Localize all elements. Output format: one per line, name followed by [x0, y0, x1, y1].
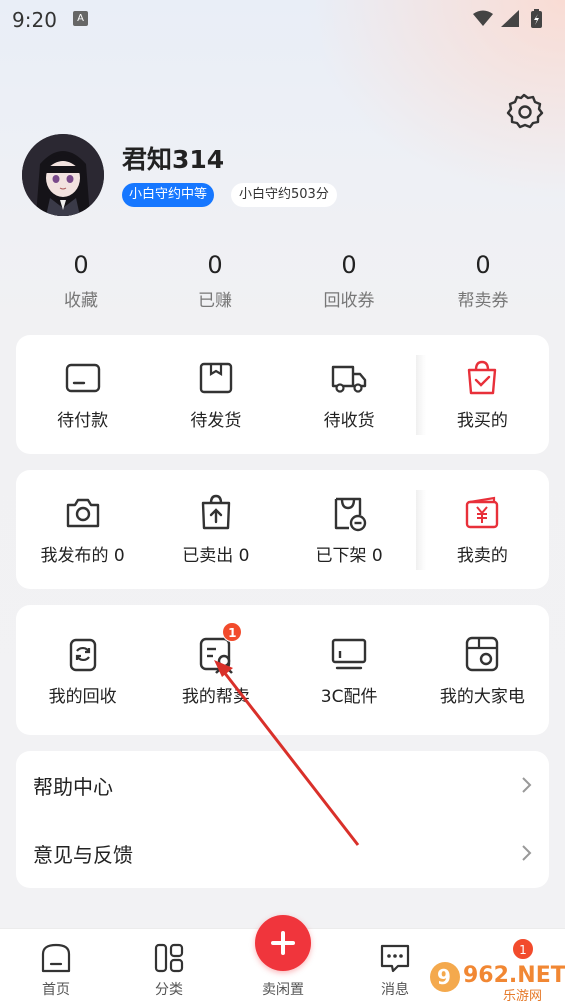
stat-value: 0 — [341, 251, 357, 279]
shopping-bag-icon — [468, 360, 497, 395]
stat-value: 0 — [73, 251, 89, 279]
stat-favorites[interactable]: 0 收藏 — [14, 248, 148, 318]
wifi-icon — [473, 10, 493, 26]
status-time: 9:20 — [12, 8, 57, 32]
tab-home[interactable]: 首页 — [11, 929, 101, 1004]
cell-label: 已卖出 0 — [182, 546, 250, 566]
chevron-right-icon — [522, 845, 532, 861]
my-help-sell-button[interactable]: 1 我的帮卖 — [149, 621, 282, 707]
stat-earned[interactable]: 0 已赚 — [148, 248, 282, 318]
my-recycle-button[interactable]: 我的回收 — [16, 634, 149, 707]
avatar-image — [22, 134, 104, 216]
tab-label: 首页 — [42, 982, 70, 998]
stat-value: 0 — [475, 251, 491, 279]
home-icon — [41, 943, 71, 973]
message-icon — [380, 944, 410, 973]
3c-accessories-button[interactable]: 3C配件 — [283, 634, 416, 707]
status-icons — [473, 9, 542, 28]
signal-icon — [501, 10, 519, 27]
cell-label: 我发布的 0 — [40, 546, 125, 566]
monitor-icon — [331, 638, 367, 669]
pending-receipt-button[interactable]: 待收货 — [283, 358, 416, 431]
recycle-icon — [69, 638, 96, 671]
notification-badge: 1 — [222, 621, 243, 642]
status-bar: 9:20 A — [0, 0, 565, 40]
status-indicator: A — [73, 11, 88, 26]
list-label: 帮助中心 — [33, 774, 113, 799]
site-watermark-logo: 9 962.NET 乐游网 — [430, 962, 565, 1004]
tab-category[interactable]: 分类 — [124, 929, 214, 1004]
upload-bag-icon — [201, 494, 231, 530]
services-card: 我的回收 1 我的帮卖 3C配件 我的大家电 — [16, 605, 549, 735]
wallet-icon — [65, 363, 100, 393]
my-appliances-button[interactable]: 我的大家电 — [416, 634, 549, 707]
pending-payment-button[interactable]: 待付款 — [16, 358, 149, 431]
chevron-right-icon — [522, 777, 532, 793]
cell-label: 待发货 — [190, 411, 242, 431]
credit-level-badge[interactable]: 小白守约中等 — [122, 183, 215, 207]
settings-list: 帮助中心 意见与反馈 — [16, 751, 549, 888]
sell-idle-button[interactable] — [255, 915, 311, 971]
cell-label: 我买的 — [456, 411, 508, 431]
feedback-row[interactable]: 意见与反馈 — [16, 819, 549, 887]
watermark-text: 962.NET — [463, 963, 565, 988]
my-published-button[interactable]: 我发布的 0 — [16, 493, 149, 566]
sell-orders-card: 我发布的 0 已卖出 0 已下架 0 我卖的 — [16, 470, 549, 589]
credit-score-badge[interactable]: 小白守约503分 — [231, 183, 337, 207]
category-icon — [154, 943, 184, 973]
cell-label: 我的大家电 — [439, 686, 525, 707]
plus-icon — [271, 931, 295, 955]
stat-label: 已赚 — [198, 291, 232, 311]
sold-button[interactable]: 已卖出 0 — [149, 493, 282, 566]
appliance-icon — [466, 636, 499, 671]
buy-orders-card: 待付款 待发货 待收货 我买的 — [16, 335, 549, 454]
cell-label: 已下架 0 — [315, 546, 383, 566]
cell-label: 我的回收 — [48, 686, 117, 707]
removed-bag-icon — [334, 497, 367, 532]
svg-text:9: 9 — [437, 965, 451, 989]
stat-label: 收藏 — [64, 291, 98, 311]
stat-label: 回收券 — [323, 291, 375, 311]
delisted-button[interactable]: 已下架 0 — [283, 493, 416, 566]
my-sales-button[interactable]: 我卖的 — [416, 493, 549, 566]
my-purchases-button[interactable]: 我买的 — [416, 358, 549, 431]
watermark-subtext: 乐游网 — [503, 989, 542, 1004]
stat-sell-coupons[interactable]: 0 帮卖券 — [416, 248, 550, 318]
tab-label: 分类 — [155, 982, 183, 998]
stat-label: 帮卖券 — [457, 291, 509, 311]
cell-label: 3C配件 — [320, 686, 378, 707]
package-icon — [199, 362, 233, 394]
camera-icon — [66, 498, 99, 528]
cell-label: 我的帮卖 — [181, 686, 250, 707]
divider — [416, 490, 426, 570]
yuan-wallet-icon — [466, 496, 499, 529]
stat-recycle-coupons[interactable]: 0 回收券 — [282, 248, 416, 318]
stat-value: 0 — [207, 251, 223, 279]
help-center-row[interactable]: 帮助中心 — [16, 751, 549, 819]
avatar[interactable] — [22, 134, 104, 216]
cell-label: 我卖的 — [456, 546, 508, 566]
cell-label: 待收货 — [323, 411, 375, 431]
stats-row: 0 收藏 0 已赚 0 回收券 0 帮卖券 — [14, 248, 550, 318]
settings-gear-icon[interactable] — [503, 90, 545, 132]
username[interactable]: 君知314 — [122, 140, 224, 176]
divider — [416, 355, 426, 435]
list-label: 意见与反馈 — [33, 842, 133, 867]
pending-shipment-button[interactable]: 待发货 — [149, 358, 282, 431]
sell-idle-label: 卖闲置 — [262, 982, 304, 998]
cell-label: 待付款 — [57, 411, 109, 431]
truck-icon — [331, 365, 367, 393]
